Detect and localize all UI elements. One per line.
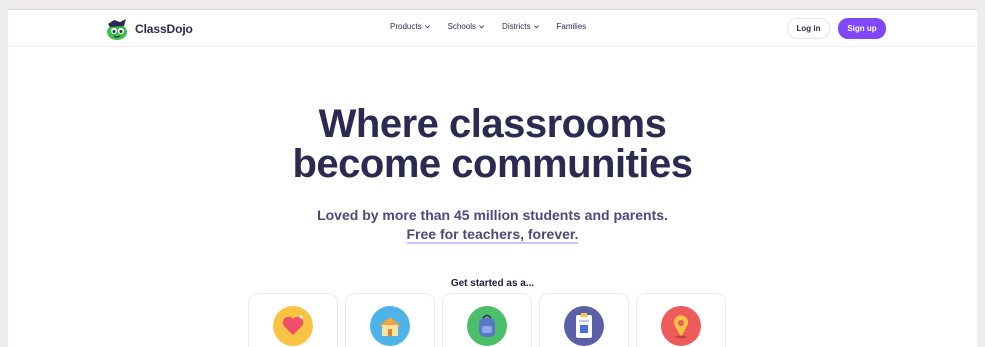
- nav-item-districts[interactable]: Districts: [502, 22, 539, 31]
- role-card-student[interactable]: [442, 293, 532, 347]
- chevron-down-icon: [424, 25, 430, 29]
- role-card-district-leader[interactable]: [539, 293, 629, 347]
- browser-page: ClassDojo Products Schools Districts Fam…: [8, 9, 977, 347]
- hero-subtitle-line-2: Free for teachers, forever.: [406, 226, 579, 244]
- backpack-icon: [467, 306, 507, 346]
- auth-actions: Log in Sign up: [787, 18, 886, 39]
- brand-name: ClassDojo: [135, 22, 193, 36]
- signup-button[interactable]: Sign up: [838, 18, 886, 39]
- classdojo-logo[interactable]: ClassDojo: [104, 16, 193, 42]
- chevron-down-icon: [479, 25, 485, 29]
- nav-label: Schools: [447, 22, 477, 31]
- role-card-school-leader[interactable]: [345, 293, 435, 347]
- nav-label: Districts: [502, 22, 531, 31]
- heart-icon: [273, 306, 313, 346]
- login-button[interactable]: Log in: [787, 18, 830, 39]
- hero-subtitle-line-1: Loved by more than 45 million students a…: [317, 207, 668, 223]
- hero-title: Where classrooms become communities: [8, 104, 977, 184]
- nav-label: Products: [390, 22, 422, 31]
- role-card-teacher[interactable]: [248, 293, 338, 347]
- hero-subtitle: Loved by more than 45 million students a…: [8, 206, 977, 244]
- nav-item-schools[interactable]: Schools: [448, 22, 485, 31]
- id-badge-icon: [564, 306, 604, 346]
- main-nav: Products Schools Districts Families: [390, 22, 586, 31]
- role-cards: [248, 293, 726, 347]
- top-navigation: ClassDojo Products Schools Districts Fam…: [8, 10, 977, 47]
- dojo-monster-icon: [107, 19, 127, 40]
- nav-item-families[interactable]: Families: [557, 22, 587, 31]
- nav-label: Families: [556, 22, 587, 31]
- hero-title-line-1: Where classrooms: [318, 102, 667, 146]
- get-started-heading: Get started as a...: [450, 278, 535, 289]
- hero-title-line-2: become communities: [292, 142, 693, 186]
- nav-item-products[interactable]: Products: [390, 22, 431, 31]
- role-card-parent[interactable]: [636, 293, 726, 347]
- map-pin-icon: [661, 306, 701, 346]
- chevron-down-icon: [533, 25, 539, 29]
- school-house-icon: [370, 306, 410, 346]
